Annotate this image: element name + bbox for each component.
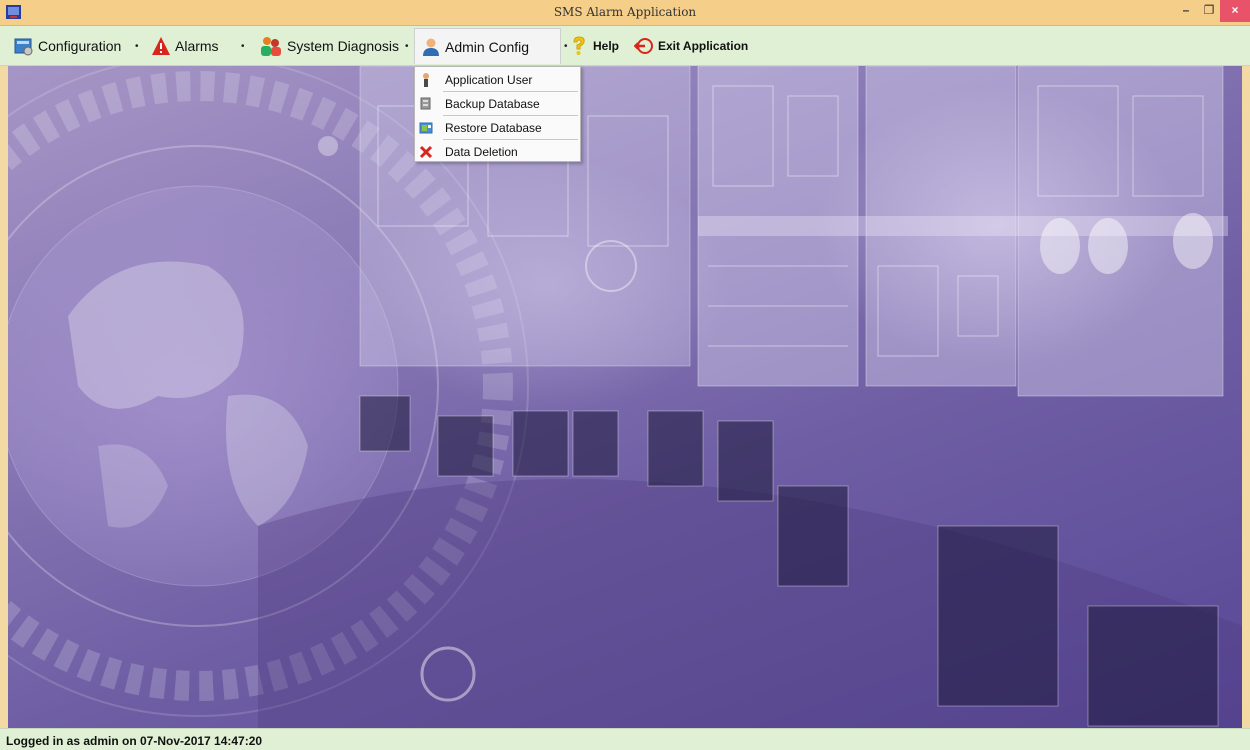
warning-icon: [152, 37, 170, 55]
admin-user-icon: [423, 38, 439, 56]
menu-admin-config[interactable]: Admin Config: [414, 28, 561, 64]
user-icon: [423, 72, 429, 87]
configuration-dropdown-arrow[interactable]: •: [135, 41, 139, 52]
menu-exit-application[interactable]: Exit Application: [634, 34, 748, 58]
menu-system-diagnosis[interactable]: System Diagnosis: [259, 34, 399, 58]
maximize-button[interactable]: ❐: [1198, 0, 1220, 22]
menu-help[interactable]: Help: [569, 34, 619, 58]
menu-exit-application-label: Exit Application: [658, 39, 749, 53]
menu-data-deletion[interactable]: Data Deletion: [415, 140, 580, 163]
menu-data-deletion-label: Data Deletion: [445, 144, 518, 159]
menu-system-diagnosis-label: System Diagnosis: [287, 38, 400, 54]
exit-icon: [634, 38, 653, 54]
status-bar: Logged in as admin on 07-Nov-2017 14:47:…: [0, 728, 1250, 750]
admin-config-dropdown-arrow[interactable]: •: [564, 41, 568, 52]
menu-backup-database[interactable]: Backup Database: [415, 92, 580, 115]
backup-icon: [420, 97, 431, 109]
menu-application-user[interactable]: Application User: [415, 68, 580, 91]
system-diagnosis-dropdown-arrow[interactable]: •: [405, 41, 409, 52]
restore-icon: [419, 122, 433, 133]
menu-alarms[interactable]: Alarms: [151, 34, 219, 58]
menu-bar: Configuration • Alarms • System Diagnosi…: [0, 26, 1250, 66]
menu-admin-config-label: Admin Config: [445, 38, 530, 55]
admin-config-dropdown: Application User Backup Database Restore…: [414, 66, 581, 162]
control-room-illustration: [8, 66, 1242, 728]
delete-icon: [419, 145, 433, 158]
menu-help-label: Help: [593, 39, 620, 53]
configuration-icon: [14, 38, 33, 56]
minimize-button[interactable]: –: [1175, 0, 1197, 22]
background-image: [8, 66, 1242, 728]
help-icon: [573, 36, 585, 55]
menu-configuration-label: Configuration: [38, 38, 122, 54]
close-button[interactable]: ×: [1220, 0, 1250, 22]
menu-backup-database-label: Backup Database: [445, 96, 540, 111]
title-bar: SMS Alarm Application – ❐ ×: [0, 0, 1250, 26]
alarms-dropdown-arrow[interactable]: •: [241, 41, 245, 52]
menu-configuration[interactable]: Configuration: [14, 34, 121, 58]
menu-alarms-label: Alarms: [175, 38, 219, 54]
window-title: SMS Alarm Application: [553, 5, 697, 19]
menu-restore-database[interactable]: Restore Database: [415, 116, 580, 139]
menu-restore-database-label: Restore Database: [445, 120, 542, 135]
menu-application-user-label: Application User: [445, 72, 533, 87]
login-status-text: Logged in as admin on 07-Nov-2017 14:47:…: [6, 734, 263, 748]
diagnosis-icon: [261, 37, 281, 56]
